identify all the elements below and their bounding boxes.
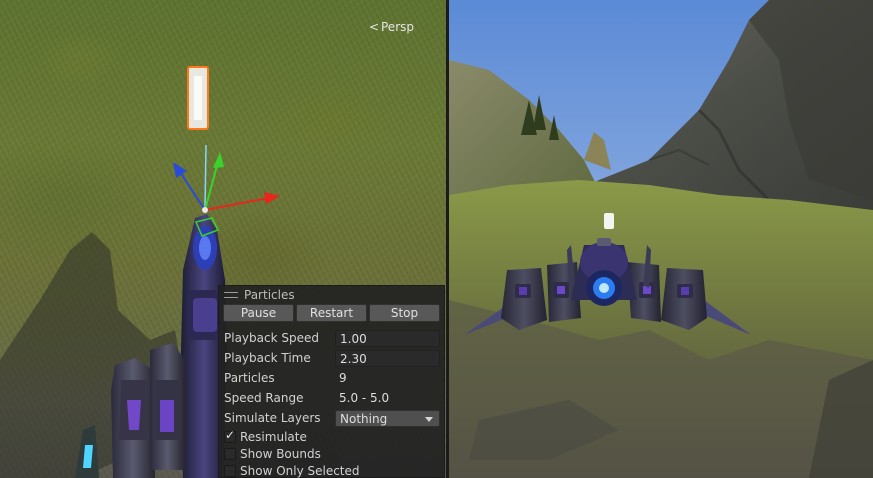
dropdown-caret-icon (425, 416, 433, 422)
particle-sprite (604, 213, 614, 229)
playback-controls: Pause Restart Stop (219, 304, 444, 324)
gizmo-y-axis[interactable] (204, 161, 219, 211)
camera-mode-toggle[interactable]: < Persp (369, 20, 414, 34)
panel-header[interactable]: Particles (219, 286, 444, 303)
game-scene-render (449, 0, 873, 478)
speed-range-label: Speed Range (224, 391, 304, 405)
playback-speed-field[interactable]: 1.00 (335, 329, 440, 347)
gizmo-center-handle[interactable] (202, 207, 208, 213)
particles-row: Particles 9 (224, 368, 441, 388)
gizmo-z-axis[interactable] (179, 171, 206, 211)
simulate-layers-dropdown[interactable]: Nothing (335, 409, 440, 427)
resimulate-label: Resimulate (240, 429, 307, 444)
show-only-selected-checkbox[interactable] (224, 464, 236, 477)
simulate-layers-row: Simulate Layers Nothing (224, 408, 441, 428)
gizmo-plane-handle[interactable] (194, 217, 220, 237)
chevron-left-icon: < (368, 20, 379, 34)
particles-count: 9 (339, 370, 347, 385)
speed-range-row: Speed Range 5.0 - 5.0 (224, 388, 441, 408)
show-only-selected-label: Show Only Selected (240, 463, 360, 478)
y-axis-arrow-icon[interactable] (213, 152, 224, 168)
speed-range-value: 5.0 - 5.0 (339, 390, 390, 405)
resimulate-toggle[interactable]: Resimulate (224, 428, 307, 445)
scene-view[interactable]: < Persp Particles Pause Restart Stop Play… (0, 0, 446, 478)
simulate-layers-value: Nothing (340, 411, 388, 426)
move-gizmo[interactable] (160, 140, 290, 250)
gizmo-view-axis (204, 144, 207, 211)
pause-button[interactable]: Pause (223, 304, 294, 322)
show-bounds-toggle[interactable]: Show Bounds (224, 445, 321, 462)
playback-time-row: Playback Time 2.30 (224, 348, 441, 368)
playback-speed-label: Playback Speed (224, 331, 319, 345)
resimulate-checkbox[interactable] (224, 428, 236, 443)
playback-speed-row: Playback Speed 1.00 (224, 328, 441, 348)
camera-mode-label: Persp (381, 20, 414, 34)
particle-effect-panel: Particles Pause Restart Stop Playback Sp… (218, 285, 445, 478)
x-axis-arrow-icon[interactable] (264, 192, 280, 204)
restart-button[interactable]: Restart (296, 304, 367, 322)
stop-button[interactable]: Stop (369, 304, 440, 322)
particles-label: Particles (224, 371, 275, 385)
gizmo-x-axis[interactable] (204, 197, 269, 211)
z-axis-arrow-icon[interactable] (173, 162, 187, 178)
panel-title: Particles (244, 287, 295, 302)
playback-time-label: Playback Time (224, 351, 311, 365)
game-view[interactable] (449, 0, 873, 478)
particle-emitter-selection[interactable] (187, 66, 209, 130)
drag-handle-icon[interactable] (224, 291, 238, 298)
playback-time-field[interactable]: 2.30 (335, 349, 440, 367)
show-only-selected-toggle[interactable]: Show Only Selected (224, 462, 360, 478)
simulate-layers-label: Simulate Layers (224, 411, 321, 425)
show-bounds-checkbox[interactable] (224, 447, 236, 460)
unity-editor-split-view: < Persp Particles Pause Restart Stop Play… (0, 0, 873, 478)
show-bounds-label: Show Bounds (240, 446, 321, 461)
